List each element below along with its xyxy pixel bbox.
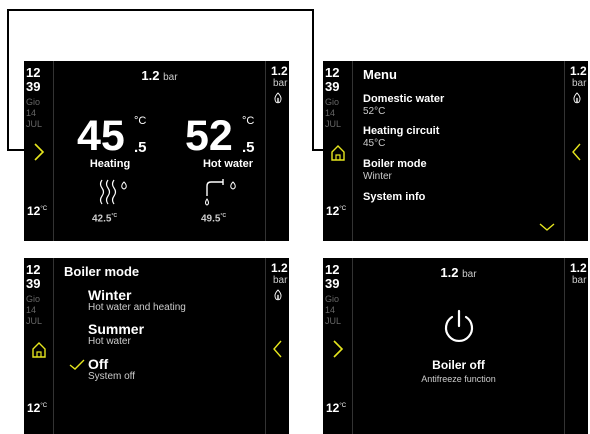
boiler-mode-screen: 12 39 Gio 14 JUL 12°C Boiler mode Winter… [24,258,289,434]
pressure-value: 1.2 [570,64,587,78]
boiler-off-main: 1.2 bar Boiler off Antifreeze function [354,258,563,434]
heating-temp-integer[interactable]: 45 [77,115,125,158]
clock-hour: 12 [325,65,340,80]
boiler-mode-main: Boiler mode Winter Hot water and heating… [55,258,264,434]
clock-minute: 39 [26,79,41,94]
home-icon[interactable] [329,141,347,163]
pressure-value: 1.2 [271,64,288,78]
flame-icon [573,92,581,104]
flame-icon [274,92,282,104]
menu-screen: 12 39 Gio 14 JUL 12°C Menu Domestic wate… [323,61,588,241]
hot-water-setpoint: 49.5°C [201,213,227,225]
pressure-readout: 1.2 bar [141,68,178,83]
hot-water-temp-unit: °C [242,115,255,127]
pressure-unit: bar [273,78,288,89]
option-winter[interactable]: Winter [88,288,131,302]
boiler-off-subtitle: Antifreeze function [421,374,496,384]
menu-item-boiler-mode[interactable]: Boiler mode [363,159,427,170]
heating-temp-decimal: .5 [134,139,147,156]
heating-temp-unit: °C [134,115,147,127]
right-status-bar: 1.2 bar [265,258,289,434]
pressure-value: 1.2 [271,261,288,275]
left-status-bar: 12 39 Gio 14 JUL 12°C [24,258,54,434]
option-off[interactable]: Off [88,357,108,371]
chevron-right-icon[interactable] [30,141,48,163]
month: JUL [325,316,342,326]
chevron-left-icon[interactable] [570,141,584,163]
outdoor-temp: 12°C [27,401,48,415]
chevron-right-icon[interactable] [329,338,347,360]
day: 14 [325,305,336,315]
outdoor-temp: 12°C [326,204,347,218]
flame-icon [274,289,282,301]
day: 14 [26,108,37,118]
option-summer[interactable]: Summer [88,322,144,336]
menu-item-boiler-mode-value: Winter [363,171,392,182]
chevron-left-icon[interactable] [271,338,285,360]
month: JUL [26,119,43,129]
weekday: Gio [325,97,340,107]
heating-setpoint: 42.5°C [92,213,118,225]
menu-item-domestic-water[interactable]: Domestic water [363,94,444,105]
hot-water-temp-decimal: .5 [242,139,255,156]
clock-minute: 39 [26,276,41,291]
boiler-off-title: Boiler off [432,358,485,372]
home-main: 1.2 bar 45 °C .5 Heating 42.5°C 52 °C .5… [55,61,264,241]
hot-water-label: Hot water [202,158,254,170]
clock-minute: 39 [325,276,340,291]
month: JUL [325,119,342,129]
outdoor-temp: 12°C [27,204,48,218]
radiator-heat-icon [99,179,127,205]
clock-minute: 39 [325,79,340,94]
chevron-down-icon[interactable] [537,221,557,233]
right-status-bar: 1.2 bar [265,61,289,241]
left-status-bar: 12 39 Gio 14 JUL 12°C [24,61,54,241]
checkmark-icon [69,359,85,370]
faucet-icon [205,179,236,206]
pressure-readout: 1.2 bar [440,265,477,280]
option-winter-description: Hot water and heating [88,302,186,313]
pressure-value: 1.2 [570,261,587,275]
clock-hour: 12 [26,65,41,80]
clock-hour: 12 [26,262,41,277]
clock-hour: 12 [325,262,340,277]
option-off-description: System off [88,371,136,382]
right-status-bar: 1.2 bar [564,61,588,241]
left-status-bar: 12 39 Gio 14 JUL 12°C [323,61,353,241]
option-summer-description: Hot water [88,336,131,347]
power-icon[interactable] [440,308,478,346]
pressure-unit: bar [273,275,288,286]
heating-label: Heating [89,158,131,170]
right-status-bar: 1.2 bar [564,258,588,434]
menu-item-heating-circuit[interactable]: Heating circuit [363,126,439,137]
menu-item-domestic-water-value: 52°C [363,106,386,117]
menu-main: Menu Domestic water 52°C Heating circuit… [354,61,563,241]
day: 14 [325,108,336,118]
menu-title: Menu [363,67,397,82]
day: 14 [26,305,37,315]
menu-item-system-info[interactable]: System info [363,192,425,203]
boiler-mode-title: Boiler mode [64,264,140,279]
hot-water-temp-integer[interactable]: 52 [185,115,233,158]
pressure-unit: bar [572,275,587,286]
pressure-unit: bar [572,78,587,89]
boiler-off-screen: 12 39 Gio 14 JUL 12°C 1.2 bar Boiler off… [323,258,588,434]
weekday: Gio [26,97,41,107]
weekday: Gio [325,294,340,304]
left-status-bar: 12 39 Gio 14 JUL 12°C [323,258,353,434]
outdoor-temp: 12°C [326,401,347,415]
month: JUL [26,316,43,326]
menu-item-heating-circuit-value: 45°C [363,138,386,149]
home-screen: 12 39 Gio 14 JUL 12°C 1.2 bar 45 °C .5 H… [24,61,289,241]
home-icon[interactable] [30,338,48,360]
weekday: Gio [26,294,41,304]
